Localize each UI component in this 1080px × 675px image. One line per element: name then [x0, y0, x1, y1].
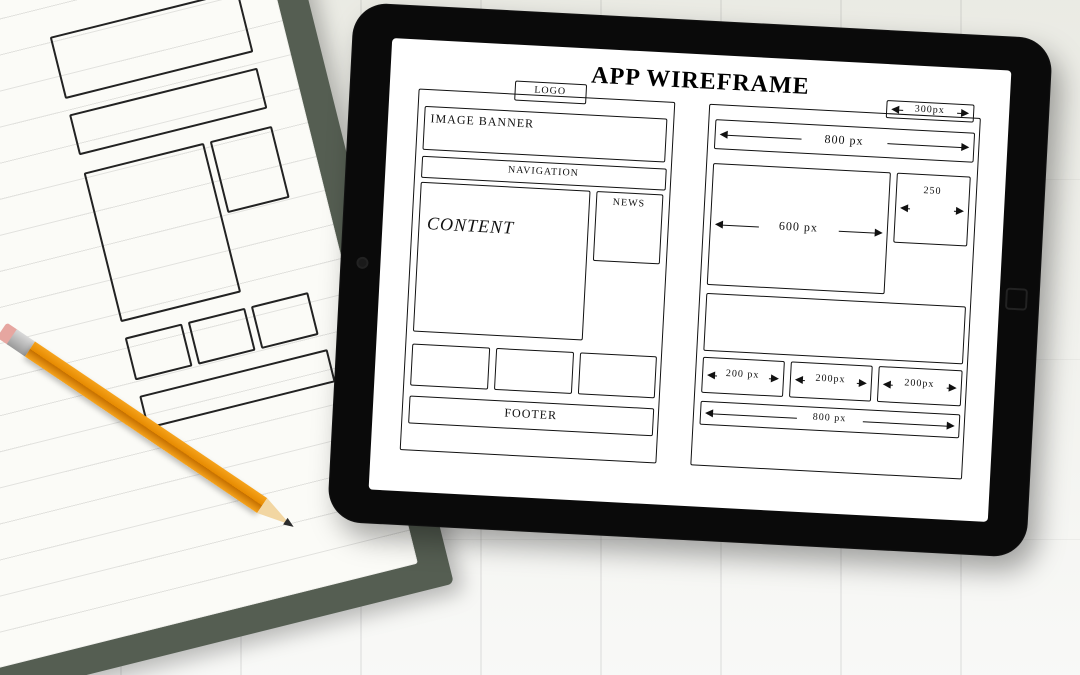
notebook-sketch-box [125, 323, 193, 380]
wf-logo-box: LOGO [514, 81, 587, 105]
wireframe-frames: LOGO IMAGE BANNER NAVIGATION CONTENT NEW… [391, 88, 989, 480]
wf-content-area: CONTENT [412, 182, 590, 341]
tablet-home-button[interactable] [1005, 288, 1028, 311]
wf-dim-600: 600 px [706, 163, 890, 294]
wf-dim-300: 300px [885, 100, 974, 123]
wf-thumb-box [493, 348, 573, 394]
wf-large-box [703, 293, 966, 365]
wf-dim-800-bottom: 800 px [699, 401, 960, 439]
wf-image-banner: IMAGE BANNER [422, 106, 667, 163]
wf-dim-200: 200px [788, 361, 872, 401]
wf-thumb-box [577, 352, 656, 398]
tablet-screen: APP WIREFRAME LOGO IMAGE BANNER NAVIGATI… [369, 38, 1012, 522]
notebook-sketch-box [188, 308, 256, 365]
notebook-sketch-box [251, 292, 319, 349]
notebook-sketch-box [210, 126, 290, 213]
tablet-camera-icon [358, 259, 366, 267]
wf-dim-200: 200px [876, 366, 962, 406]
wf-news-sidebar: NEWS [592, 191, 663, 264]
wf-thumb-box [410, 344, 490, 390]
desk-scene: APP WIREFRAME LOGO IMAGE BANNER NAVIGATI… [0, 0, 1080, 675]
wf-dim-800-top: 800 px [713, 119, 974, 163]
wf-dim-200: 200 px [701, 357, 785, 397]
wf-footer: FOOTER [408, 395, 654, 436]
tablet-device: APP WIREFRAME LOGO IMAGE BANNER NAVIGATI… [327, 2, 1053, 558]
wireframe-layout-semantic: LOGO IMAGE BANNER NAVIGATION CONTENT NEW… [399, 89, 675, 464]
wireframe-layout-dimensions: 300px 800 px 600 px 250 200 px 200px 200… [690, 104, 981, 480]
wf-dim-250: 250 [893, 173, 971, 247]
